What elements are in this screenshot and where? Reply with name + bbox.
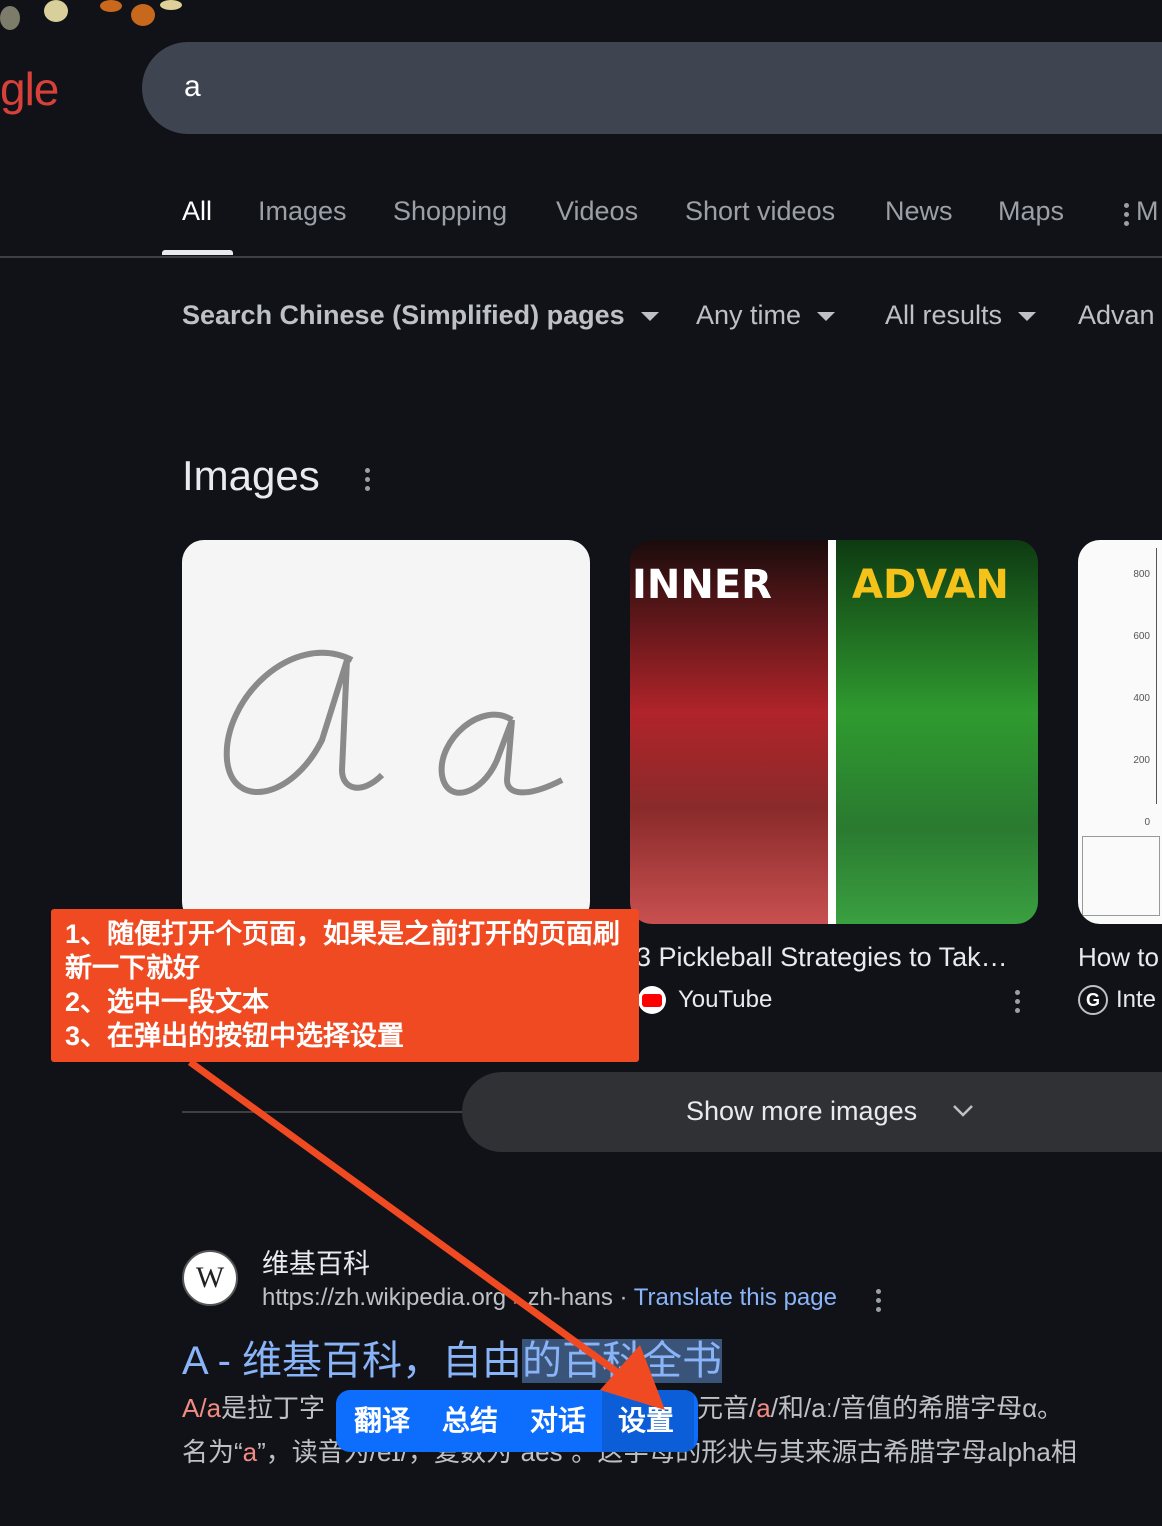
chevron-down-icon <box>953 1105 973 1117</box>
doodle-dot <box>160 0 182 10</box>
caret-down-icon <box>640 312 659 322</box>
image-caption[interactable]: 3 Pickleball Strategies to Tak… <box>636 942 1008 973</box>
snippet-highlight: a <box>242 1437 258 1467</box>
snippet-text: /和/aː/音值的希腊字母α。 <box>770 1393 1064 1423</box>
callout-line: 3、在弹出的按钮中选择设置 <box>65 1021 405 1051</box>
doodle-dot <box>100 0 122 12</box>
tab-images[interactable]: Images <box>258 196 347 227</box>
tab-short-videos[interactable]: Short videos <box>685 196 835 227</box>
google-g-icon: G <box>1078 985 1108 1015</box>
tab-more[interactable]: M <box>1136 196 1159 227</box>
image-source[interactable]: YouTube <box>678 986 772 1014</box>
thumb-text-right: ADVAN <box>852 562 1009 608</box>
tick: 200 <box>1133 755 1150 766</box>
translate-link[interactable]: Translate this page <box>634 1284 837 1311</box>
filter-label: Search Chinese (Simplified) pages <box>182 300 625 330</box>
title-text: A - 维基百科，自由 <box>182 1339 523 1383</box>
tick: 800 <box>1133 569 1150 580</box>
result-options-icon[interactable] <box>876 1289 882 1316</box>
thumb-text-left: INNER <box>632 562 772 608</box>
images-heading: Images <box>182 452 320 499</box>
tab-all[interactable]: All <box>182 196 212 227</box>
more-tabs-icon[interactable] <box>1124 203 1130 230</box>
site-url[interactable]: https://zh.wikipedia.org › zh-hans · Tra… <box>262 1284 837 1312</box>
cursive-a-image <box>223 649 564 796</box>
url-text: https://zh.wikipedia.org › zh-hans <box>262 1284 613 1311</box>
selection-popup: 翻译 总结 对话 设置 <box>336 1390 698 1452</box>
snippet-text: 是拉丁字 <box>221 1393 326 1423</box>
doodle-dot <box>44 0 68 22</box>
wikipedia-favicon: W <box>182 1250 238 1306</box>
caret-down-icon <box>817 312 836 322</box>
search-query[interactable]: a <box>184 70 201 104</box>
tab-maps[interactable]: Maps <box>998 196 1064 227</box>
tab-shopping[interactable]: Shopping <box>393 196 507 227</box>
instruction-callout: 1、随便打开个页面，如果是之前打开的页面刷新一下就好 2、选中一段文本 3、在弹… <box>51 909 639 1062</box>
youtube-icon <box>638 986 666 1014</box>
tick: 400 <box>1133 693 1150 704</box>
chat-button[interactable]: 对话 <box>514 1390 602 1452</box>
snippet-highlight: A/a <box>182 1393 222 1423</box>
image-source[interactable]: Inte <box>1116 986 1156 1014</box>
chart-ticks: 800 600 400 200 0 <box>1116 544 1150 854</box>
filter-advanced[interactable]: Advan <box>1078 300 1155 331</box>
translate-button[interactable]: 翻译 <box>336 1390 426 1452</box>
divider <box>182 1111 472 1113</box>
filter-language[interactable]: Search Chinese (Simplified) pages <box>182 300 659 331</box>
snippet-text: 名为“ <box>182 1437 243 1467</box>
show-more-images-button[interactable]: Show more images <box>462 1072 1162 1152</box>
result-title[interactable]: A - 维基百科，自由的百科全书 <box>182 1328 723 1386</box>
show-more-label: Show more images <box>686 1096 918 1126</box>
doodle-dot <box>131 4 155 26</box>
site-name[interactable]: 维基百科 <box>262 1242 370 1281</box>
image-options-icon[interactable] <box>1015 990 1021 1017</box>
search-input[interactable]: a <box>142 42 1162 134</box>
snippet-highlight: a <box>756 1393 771 1423</box>
image-card-pickleball[interactable]: INNER ADVAN <box>630 540 1038 924</box>
tick: 600 <box>1133 631 1150 642</box>
filter-time[interactable]: Any time <box>696 300 836 331</box>
image-card-cursive-a[interactable] <box>182 540 590 924</box>
callout-line: 1、随便打开个页面，如果是之前打开的页面刷新一下就好 <box>65 919 621 983</box>
filter-label: Any time <box>696 300 802 330</box>
chart-axis <box>1156 548 1157 804</box>
divider <box>0 256 1162 258</box>
summarize-button[interactable]: 总结 <box>426 1390 514 1452</box>
filter-results[interactable]: All results <box>885 300 1037 331</box>
tab-news[interactable]: News <box>885 196 953 227</box>
callout-line: 2、选中一段文本 <box>65 987 270 1017</box>
net-line <box>828 540 836 924</box>
filter-label: All results <box>885 300 1003 330</box>
doodle-dot <box>0 6 20 30</box>
settings-button[interactable]: 设置 <box>602 1390 695 1452</box>
google-logo[interactable]: gle <box>0 62 59 116</box>
active-tab-indicator <box>162 250 233 255</box>
tab-videos[interactable]: Videos <box>556 196 638 227</box>
chart-caption-box <box>1082 836 1160 916</box>
caret-down-icon <box>1018 312 1037 322</box>
selected-text: 的百科全书 <box>522 1339 723 1383</box>
image-card-chart[interactable]: 800 600 400 200 0 <box>1078 540 1162 924</box>
images-options-icon[interactable] <box>365 468 371 495</box>
image-caption[interactable]: How to <box>1078 942 1159 973</box>
